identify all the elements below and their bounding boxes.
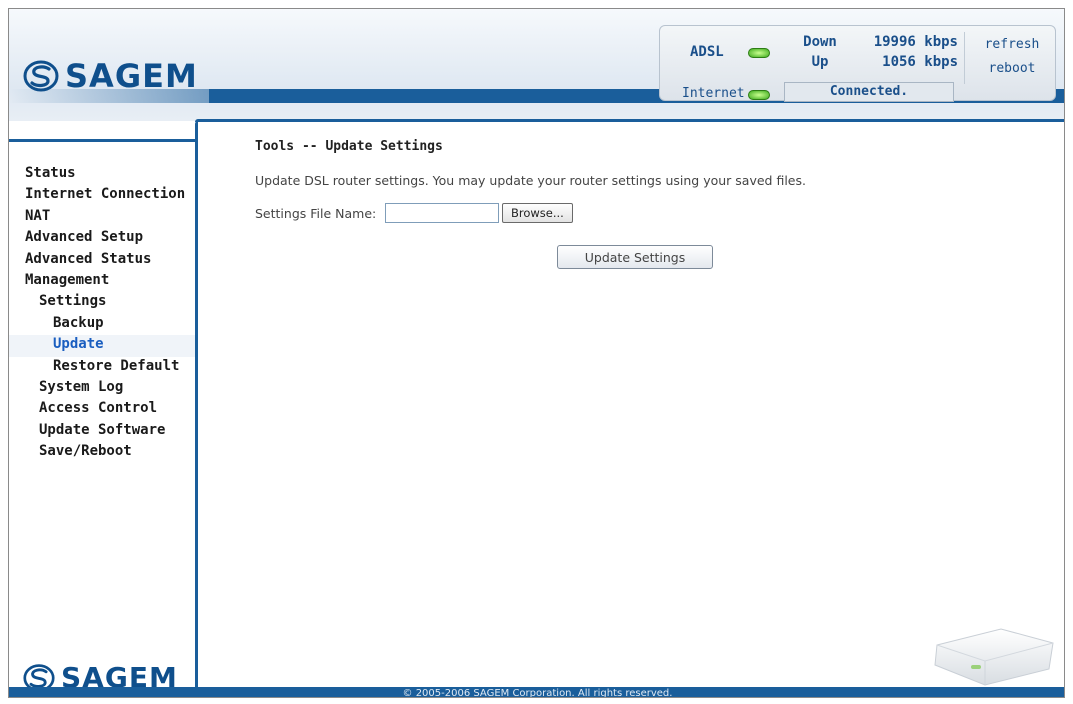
brand-name: SAGEM xyxy=(65,57,198,95)
update-settings-button[interactable]: Update Settings xyxy=(557,245,713,269)
sidebar-item-settings[interactable]: Settings xyxy=(25,291,185,312)
sidebar: Status Internet Connection NAT Advanced … xyxy=(9,121,197,697)
main-content: Tools -- Update Settings Update DSL rout… xyxy=(255,139,1045,269)
sidebar-item-system-log[interactable]: System Log xyxy=(25,377,185,398)
adsl-label: ADSL xyxy=(690,44,724,60)
reboot-button[interactable]: reboot xyxy=(976,58,1048,80)
down-label: Down xyxy=(803,34,837,50)
sidebar-item-nat[interactable]: NAT xyxy=(25,206,185,227)
update-button-wrap: Update Settings xyxy=(255,245,1015,269)
page-description: Update DSL router settings. You may upda… xyxy=(255,173,806,188)
content-border-left xyxy=(195,121,198,687)
page-title: Tools -- Update Settings xyxy=(255,139,443,154)
sidebar-item-backup[interactable]: Backup xyxy=(25,313,185,334)
up-label: Up xyxy=(811,54,829,70)
internet-label: Internet xyxy=(682,86,745,101)
refresh-button[interactable]: refresh xyxy=(976,34,1048,56)
settings-file-input[interactable] xyxy=(385,203,499,223)
sagem-logo-icon xyxy=(23,60,59,92)
sidebar-item-internet-connection[interactable]: Internet Connection xyxy=(25,184,185,205)
adsl-led-icon xyxy=(748,48,770,58)
sidebar-item-advanced-setup[interactable]: Advanced Setup xyxy=(25,227,185,248)
router-admin-window: SAGEM ADSL Down 19996 kbps Up 1056 kbps … xyxy=(8,8,1065,698)
settings-file-label: Settings File Name: xyxy=(255,205,377,221)
panel-divider xyxy=(964,32,965,84)
sidebar-nav: Status Internet Connection NAT Advanced … xyxy=(25,163,185,462)
footer-copyright: © 2005-2006 SAGEM Corporation. All right… xyxy=(402,688,673,698)
up-value: 1056 kbps xyxy=(882,54,958,70)
down-value: 19996 kbps xyxy=(873,34,958,50)
sidebar-item-update-software[interactable]: Update Software xyxy=(25,420,185,441)
sidebar-item-management[interactable]: Management xyxy=(25,270,185,291)
sidebar-item-save-reboot[interactable]: Save/Reboot xyxy=(25,441,185,462)
connection-status-panel: ADSL Down 19996 kbps Up 1056 kbps Intern… xyxy=(659,25,1056,102)
internet-led-icon xyxy=(748,90,770,100)
sidebar-topline xyxy=(9,139,197,142)
connection-status: Connected. xyxy=(784,82,954,102)
sidebar-item-access-control[interactable]: Access Control xyxy=(25,398,185,419)
brand-logo: SAGEM xyxy=(23,57,198,95)
sidebar-item-advanced-status[interactable]: Advanced Status xyxy=(25,249,185,270)
sidebar-item-update[interactable]: Update xyxy=(25,334,185,355)
content-border-top xyxy=(195,119,1064,122)
sidebar-item-status[interactable]: Status xyxy=(25,163,185,184)
speed-readout: Down 19996 kbps Up 1056 kbps xyxy=(796,32,958,72)
sidebar-item-restore-default[interactable]: Restore Default xyxy=(25,356,185,377)
router-device-icon xyxy=(934,628,1054,686)
settings-file-row: Settings File Name: Browse... xyxy=(255,201,1045,225)
browse-button[interactable]: Browse... xyxy=(502,203,573,223)
